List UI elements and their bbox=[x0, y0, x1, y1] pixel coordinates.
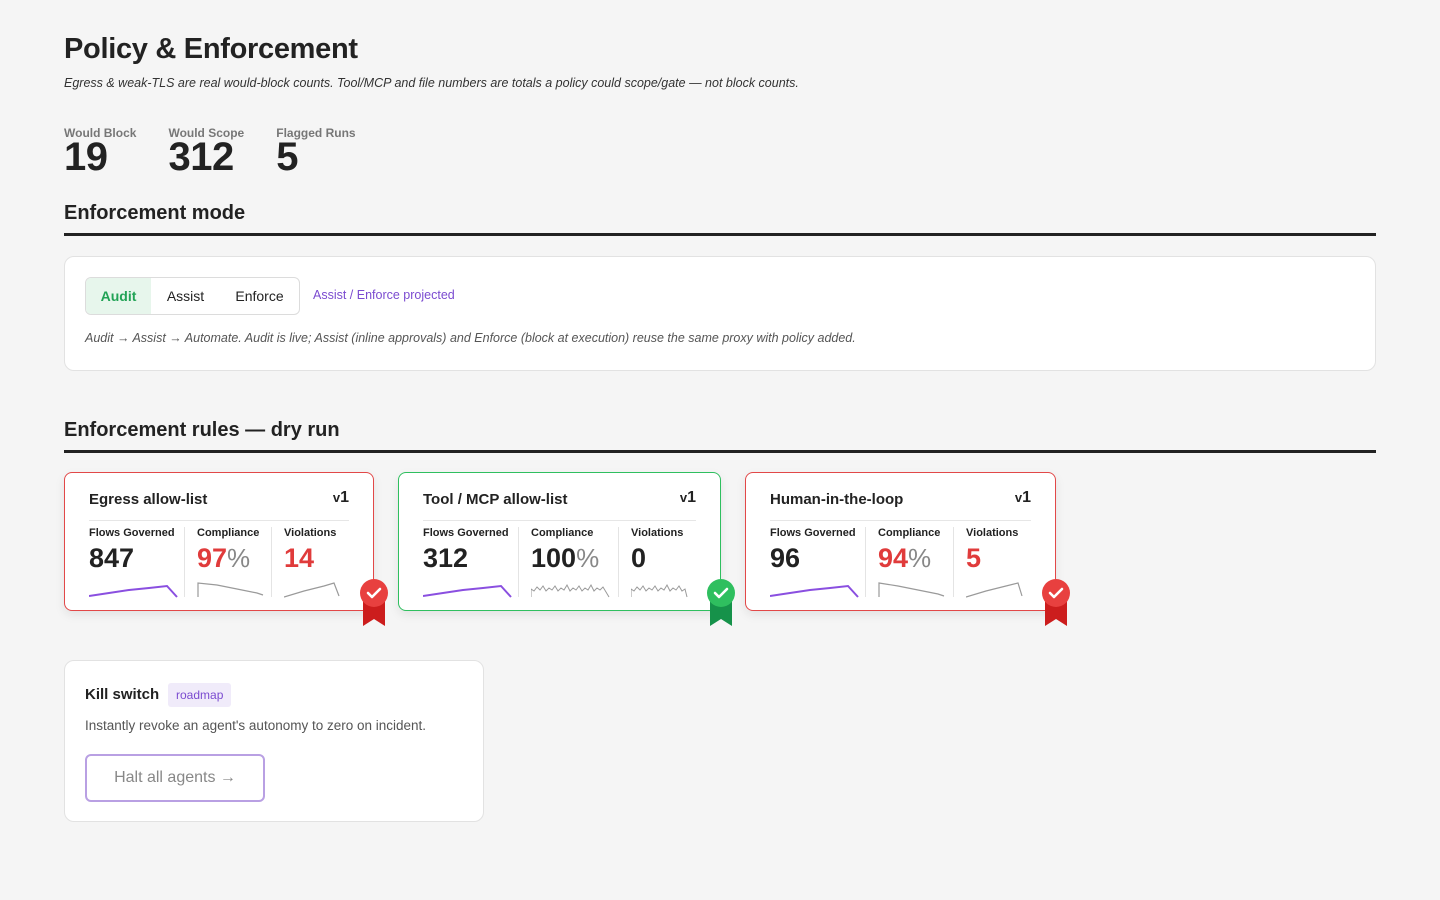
divider bbox=[770, 520, 1031, 521]
divider bbox=[89, 520, 349, 521]
metric-label: Violations bbox=[284, 527, 337, 539]
sparkline-compliance bbox=[197, 582, 264, 597]
metric-value: 97% bbox=[197, 543, 251, 573]
metric-value: 0 bbox=[631, 543, 647, 573]
page-title: Policy & Enforcement bbox=[64, 33, 358, 65]
metric-value: 847 bbox=[89, 543, 135, 573]
divider bbox=[423, 520, 696, 521]
metric-violations: Violations 0 bbox=[631, 527, 688, 598]
metric-value: 94% bbox=[878, 543, 932, 573]
divider bbox=[271, 527, 272, 597]
metric-label: Violations bbox=[631, 527, 684, 539]
rule-version: v1 bbox=[1014, 489, 1031, 506]
metric-label: Compliance bbox=[531, 527, 594, 539]
divider bbox=[953, 527, 954, 597]
stat-would-scope: Would Scope 312 bbox=[168, 126, 244, 179]
stat-flagged-runs: Flagged Runs 5 bbox=[276, 126, 355, 179]
sparkline-flows bbox=[770, 584, 859, 598]
rule-version: v1 bbox=[332, 489, 349, 506]
metric-value: 14 bbox=[284, 543, 315, 573]
sparkline-compliance bbox=[531, 583, 610, 598]
stat-would-block: Would Block 19 bbox=[64, 126, 136, 179]
metric-violations: Violations 5 bbox=[966, 527, 1023, 598]
divider bbox=[184, 527, 185, 597]
rule-title: Human-in-the-loop bbox=[770, 491, 904, 508]
rule-card-tool-mcp[interactable]: Tool / MCP allow-list v1 Flows Governed … bbox=[398, 472, 721, 611]
page-subtitle: Egress & weak-TLS are real would-block c… bbox=[64, 76, 799, 90]
fail-ribbon-icon bbox=[360, 579, 388, 626]
metric-label: Compliance bbox=[197, 527, 260, 539]
section-title: Enforcement rules — dry run bbox=[64, 419, 340, 441]
rule-version: v1 bbox=[679, 489, 696, 506]
rule-title: Tool / MCP allow-list bbox=[423, 491, 568, 508]
enforcement-mode-card: Audit Assist Enforce Assist / Enforce pr… bbox=[64, 256, 1376, 371]
mode-note: Audit → Assist → Automate. Audit is live… bbox=[85, 331, 856, 345]
stat-value: 19 bbox=[64, 135, 108, 179]
sparkline-compliance bbox=[878, 582, 945, 597]
mode-segmented-control: Audit Assist Enforce bbox=[85, 277, 300, 315]
sparkline-violations bbox=[631, 583, 688, 598]
metric-compliance: Compliance 94% bbox=[878, 527, 945, 597]
rule-card-human-in-the-loop[interactable]: Human-in-the-loop v1 Flows Governed 96 C… bbox=[745, 472, 1056, 611]
roadmap-badge: roadmap bbox=[168, 683, 232, 707]
metric-value: 312 bbox=[423, 543, 469, 573]
mode-option-audit[interactable]: Audit bbox=[86, 278, 151, 314]
divider bbox=[618, 527, 619, 597]
sparkline-flows bbox=[423, 584, 512, 598]
mode-option-assist[interactable]: Assist bbox=[151, 278, 220, 314]
sparkline-violations bbox=[284, 582, 340, 598]
stat-value: 312 bbox=[168, 135, 234, 179]
metric-flows: Flows Governed 96 bbox=[770, 527, 859, 598]
metric-label: Flows Governed bbox=[770, 527, 856, 539]
metric-value: 96 bbox=[770, 543, 801, 573]
projected-link[interactable]: Assist / Enforce projected bbox=[313, 288, 455, 302]
kill-switch-description: Instantly revoke an agent's autonomy to … bbox=[85, 718, 427, 733]
metric-label: Compliance bbox=[878, 527, 941, 539]
halt-all-agents-button[interactable]: Halt all agents → bbox=[85, 754, 265, 802]
fail-ribbon-icon bbox=[1042, 579, 1070, 626]
section-heading-rules: Enforcement rules — dry run bbox=[64, 419, 1376, 453]
metric-compliance: Compliance 97% bbox=[197, 527, 264, 597]
metric-flows: Flows Governed 847 bbox=[89, 527, 178, 598]
pass-ribbon-icon bbox=[707, 579, 735, 626]
kill-switch-card: Kill switch roadmap Instantly revoke an … bbox=[64, 660, 484, 822]
metric-value: 5 bbox=[966, 543, 982, 573]
divider bbox=[518, 527, 519, 597]
rule-card-egress[interactable]: Egress allow-list v1 Flows Governed 847 … bbox=[64, 472, 374, 611]
sparkline-violations bbox=[966, 582, 1023, 598]
metric-violations: Violations 14 bbox=[284, 527, 340, 598]
metric-value: 100% bbox=[531, 543, 600, 573]
section-title: Enforcement mode bbox=[64, 202, 246, 224]
sparkline-flows bbox=[89, 584, 178, 598]
metric-label: Flows Governed bbox=[423, 527, 509, 539]
metric-compliance: Compliance 100% bbox=[531, 527, 610, 598]
summary-stats: Would Block 19 Would Scope 312 Flagged R… bbox=[64, 126, 388, 179]
stat-value: 5 bbox=[276, 135, 298, 179]
kill-switch-title: Kill switch bbox=[85, 686, 160, 703]
divider bbox=[865, 527, 866, 597]
mode-option-enforce[interactable]: Enforce bbox=[220, 278, 299, 314]
metric-label: Violations bbox=[966, 527, 1019, 539]
section-heading-enforcement-mode: Enforcement mode bbox=[64, 202, 1376, 236]
metric-label: Flows Governed bbox=[89, 527, 175, 539]
metric-flows: Flows Governed 312 bbox=[423, 527, 512, 598]
rule-title: Egress allow-list bbox=[89, 491, 208, 508]
